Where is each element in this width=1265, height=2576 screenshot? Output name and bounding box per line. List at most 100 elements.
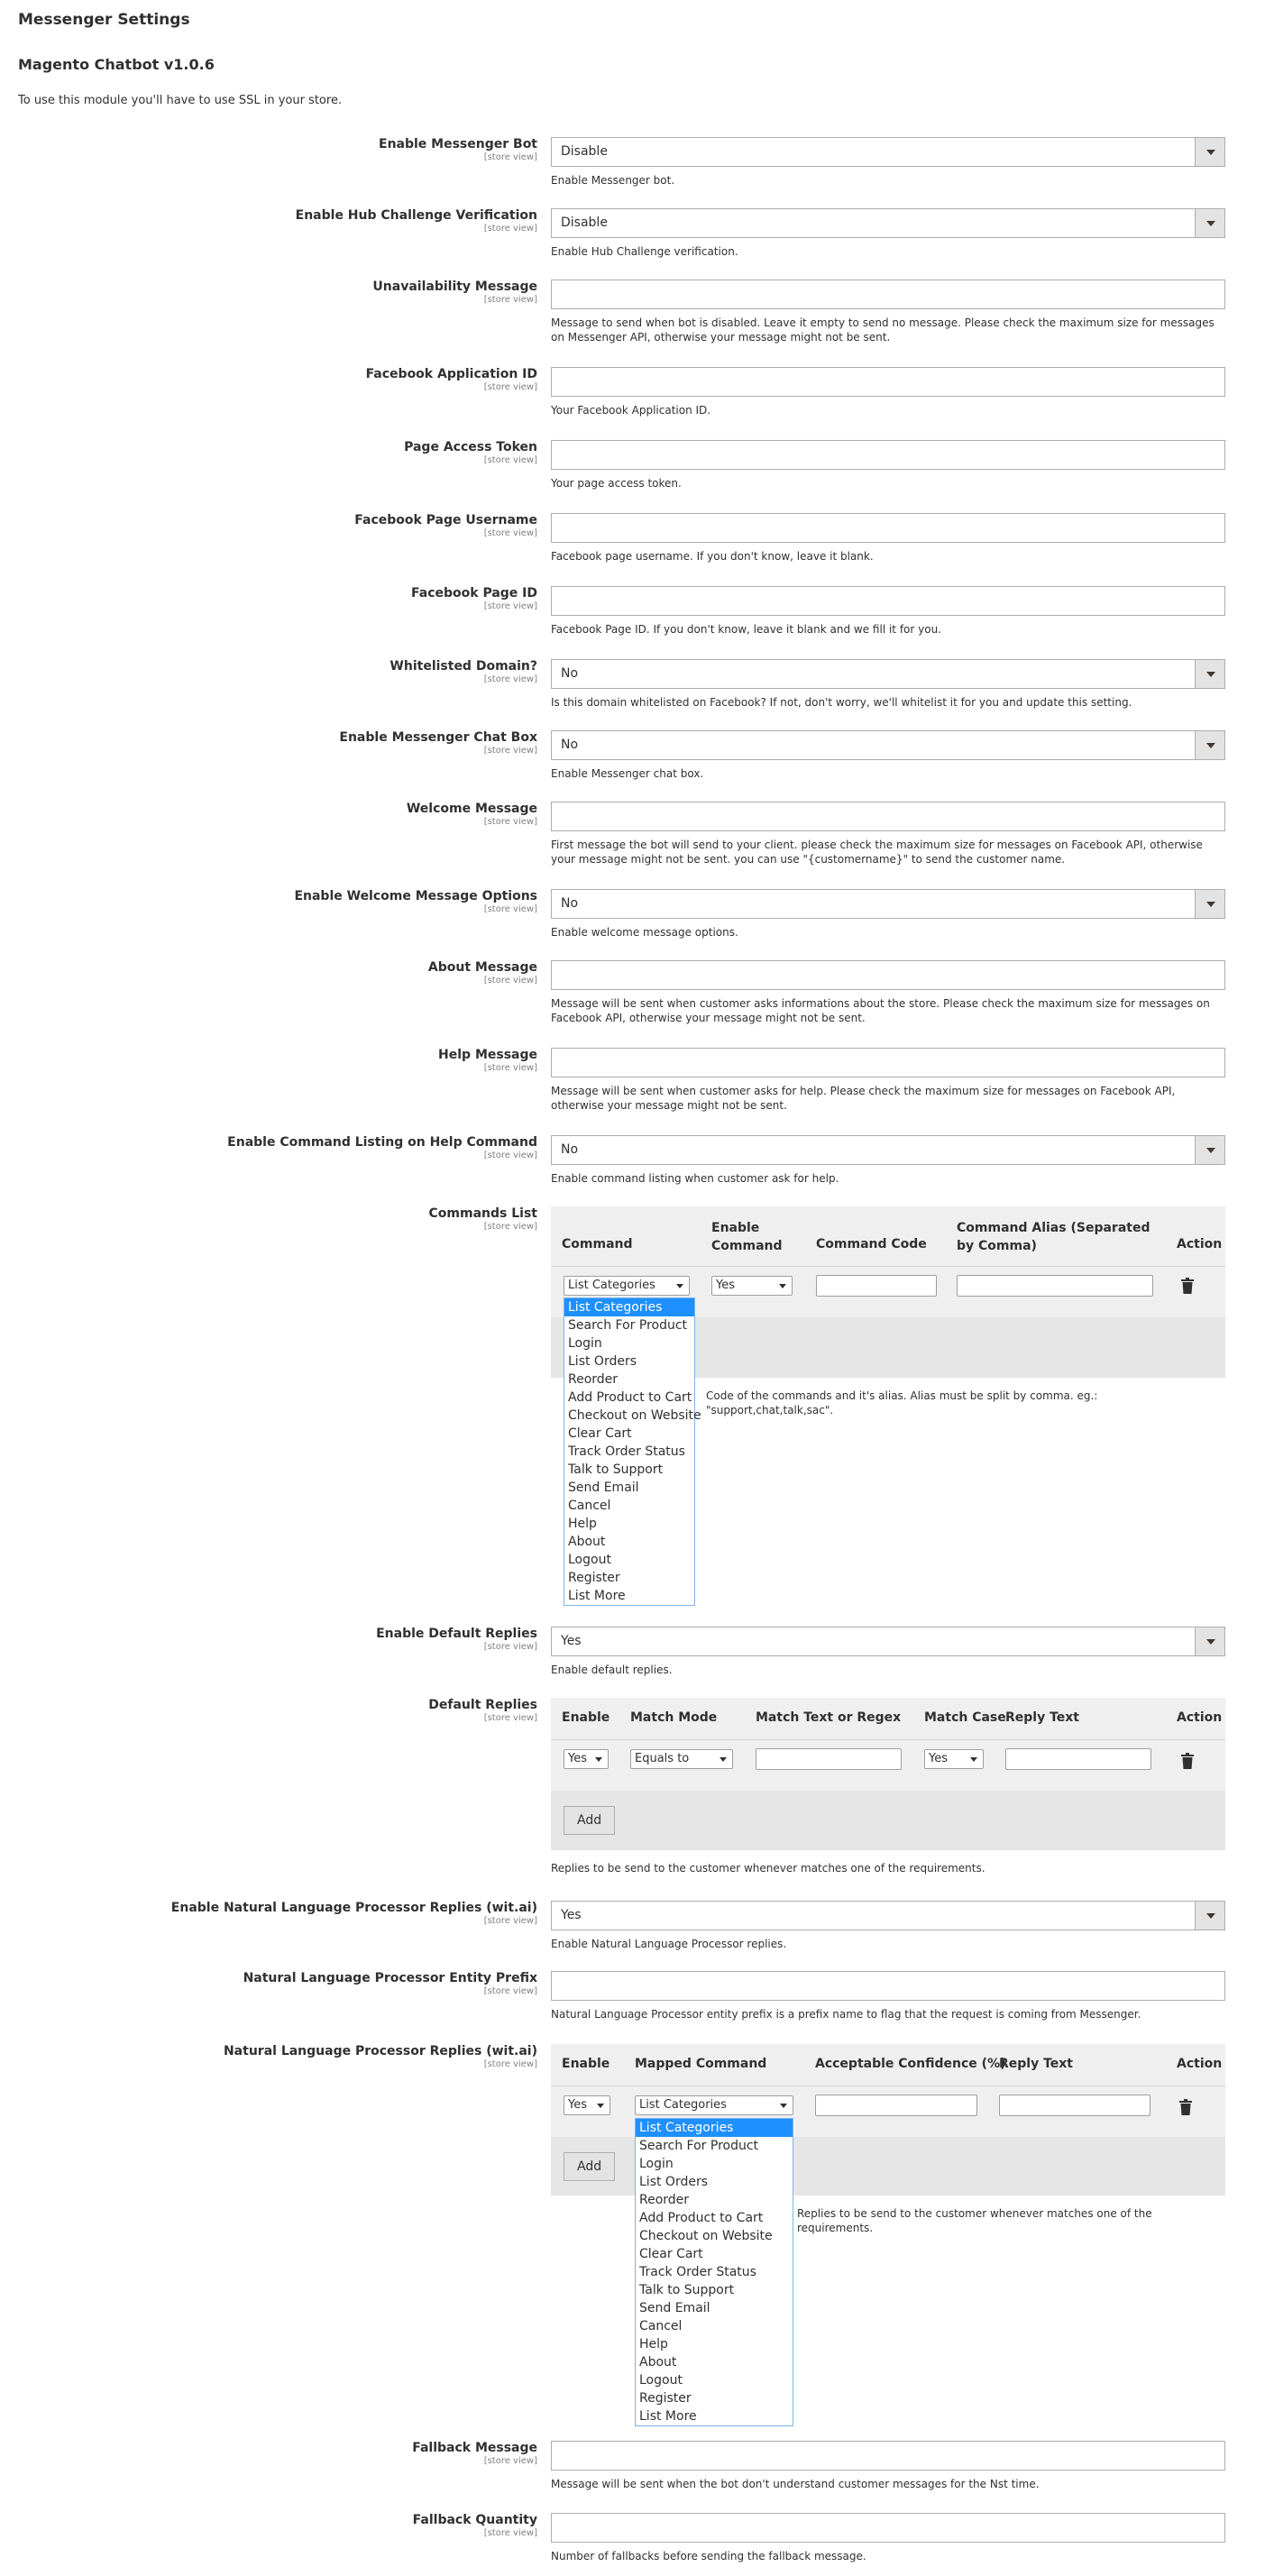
dropdown-option[interactable]: List Orders xyxy=(564,1352,694,1371)
dropdown-option[interactable]: List Orders xyxy=(636,2173,793,2191)
select-value: Disable xyxy=(561,144,608,159)
cmd-listing-select[interactable]: No xyxy=(551,1135,1225,1165)
nlp-reply-text-input[interactable] xyxy=(999,2095,1150,2116)
nlp-enable-row-select[interactable]: Yes xyxy=(564,2095,610,2115)
dropdown-option[interactable]: Cancel xyxy=(564,1497,694,1515)
enable-command-select[interactable]: Yes xyxy=(711,1276,793,1296)
enable-bot-select[interactable]: Disable xyxy=(551,137,1225,167)
dropdown-option[interactable]: Add Product to Cart xyxy=(564,1389,694,1407)
dropdown-option[interactable]: Track Order Status xyxy=(636,2263,793,2281)
dropdown-option[interactable]: Talk to Support xyxy=(564,1461,694,1479)
dropdown-option[interactable]: List More xyxy=(636,2407,793,2425)
chevron-down-icon[interactable] xyxy=(1195,1136,1224,1164)
chevron-down-icon[interactable] xyxy=(1195,660,1224,688)
nlp-enable-select[interactable]: Yes xyxy=(551,1901,1225,1930)
confidence-input[interactable] xyxy=(815,2095,977,2116)
fallback-qty-input[interactable] xyxy=(551,2513,1225,2543)
match-case-select[interactable]: Yes xyxy=(924,1749,984,1769)
dropdown-option[interactable]: Help xyxy=(636,2335,793,2353)
dropdown-option[interactable]: Logout xyxy=(564,1551,694,1569)
dropdown-option[interactable]: Track Order Status xyxy=(564,1443,694,1461)
dropdown-option[interactable]: Clear Cart xyxy=(564,1425,694,1443)
dropdown-option[interactable]: Login xyxy=(636,2155,793,2173)
dropdown-option[interactable]: About xyxy=(564,1533,694,1551)
field-note: Enable command listing when customer ask… xyxy=(551,1172,839,1185)
dropdown-option[interactable]: List Categories xyxy=(564,1298,694,1316)
welcome-options-select[interactable]: No xyxy=(551,889,1225,919)
scope-label: [store view] xyxy=(483,2059,537,2069)
help-input[interactable] xyxy=(551,1048,1225,1077)
add-reply-button[interactable]: Add xyxy=(564,1806,616,1835)
reply-text-input[interactable] xyxy=(1005,1748,1151,1770)
add-nlp-reply-button[interactable]: Add xyxy=(564,2152,616,2181)
dropdown-option[interactable]: Register xyxy=(564,1569,694,1587)
mapped-command-select[interactable]: List Categories xyxy=(635,2095,793,2115)
col-header: Action xyxy=(1177,1710,1223,1725)
unavailability-input[interactable] xyxy=(551,280,1225,309)
fb-app-id-input[interactable] xyxy=(551,367,1225,397)
chevron-down-icon[interactable] xyxy=(1195,1902,1224,1930)
whitelisted-select[interactable]: No xyxy=(551,659,1225,689)
field-label: Enable Welcome Message Options xyxy=(294,889,537,903)
command-dropdown-list[interactable]: List Categories Search For Product Login Li… xyxy=(564,1297,701,1606)
page-title: Messenger Settings xyxy=(18,11,190,29)
command-code-input[interactable] xyxy=(816,1275,937,1297)
dropdown-option[interactable]: About xyxy=(636,2353,793,2371)
field-note: Code of the commands and it's alias. Ali… xyxy=(706,1389,1098,1416)
dropdown-option[interactable]: Reorder xyxy=(564,1371,694,1389)
enable-hub-select[interactable]: Disable xyxy=(551,208,1225,238)
field-note: Facebook page username. If you don't kno… xyxy=(551,550,874,563)
field-label: Enable Messenger Bot xyxy=(379,137,537,151)
dropdown-option[interactable]: Clear Cart xyxy=(636,2245,793,2263)
trash-icon[interactable] xyxy=(1181,1753,1194,1769)
chevron-down-icon[interactable] xyxy=(1195,731,1224,759)
trash-icon[interactable] xyxy=(1179,2099,1192,2115)
fb-page-id-input[interactable] xyxy=(551,586,1225,616)
dropdown-option[interactable]: Help xyxy=(564,1515,694,1533)
match-mode-select[interactable]: Equals to xyxy=(630,1749,733,1769)
dropdown-option[interactable]: Logout xyxy=(636,2371,793,2389)
dropdown-option[interactable]: List More xyxy=(564,1587,694,1605)
field-note: Message will be sent when customer asks … xyxy=(551,1085,1176,1112)
command-select[interactable]: List Categories xyxy=(564,1276,690,1296)
dropdown-option[interactable]: Checkout on Website xyxy=(636,2227,793,2245)
trash-icon[interactable] xyxy=(1181,1278,1194,1294)
dropdown-option[interactable]: Search For Product xyxy=(564,1316,694,1334)
col-header: Match Text or Regex xyxy=(756,1710,902,1725)
about-input[interactable] xyxy=(551,960,1225,990)
field-label: Page Access Token xyxy=(404,440,537,454)
scope-label: [store view] xyxy=(483,817,537,827)
chevron-down-icon[interactable] xyxy=(1195,1627,1224,1655)
command-alias-input[interactable] xyxy=(957,1275,1153,1297)
dropdown-option[interactable]: Checkout on Website xyxy=(564,1407,701,1425)
dropdown-option[interactable]: Add Product to Cart xyxy=(636,2209,793,2227)
reply-enable-select[interactable]: Yes xyxy=(564,1749,609,1769)
dropdown-option[interactable]: Cancel xyxy=(636,2317,793,2335)
dropdown-option[interactable]: Send Email xyxy=(564,1479,694,1497)
default-replies-enable-select[interactable]: Yes xyxy=(551,1627,1225,1656)
mapped-command-dropdown-list[interactable]: List Categories Search For Product Login Li… xyxy=(635,2118,793,2426)
scope-label: [store view] xyxy=(483,2528,537,2538)
chevron-down-icon[interactable] xyxy=(1195,138,1224,166)
col-header: Match Case xyxy=(924,1710,1006,1725)
dropdown-option[interactable]: List Categories xyxy=(636,2119,793,2137)
dropdown-option[interactable]: Reorder xyxy=(636,2191,793,2209)
field-note: Your Facebook Application ID. xyxy=(551,404,711,417)
field-note: Message will be sent when the bot don't … xyxy=(551,2478,1040,2490)
match-text-input[interactable] xyxy=(756,1748,902,1770)
dropdown-option[interactable]: Register xyxy=(636,2389,793,2407)
chevron-down-icon[interactable] xyxy=(1195,209,1224,237)
dropdown-option[interactable]: Talk to Support xyxy=(636,2281,793,2299)
welcome-input[interactable] xyxy=(551,802,1225,831)
chevron-down-icon[interactable] xyxy=(1195,890,1224,918)
field-note: Enable welcome message options. xyxy=(551,926,738,939)
dropdown-option[interactable]: Send Email xyxy=(636,2299,793,2317)
dropdown-option[interactable]: Login xyxy=(564,1334,694,1352)
dropdown-option[interactable]: Search For Product xyxy=(636,2137,793,2155)
field-label: Facebook Page Username xyxy=(354,513,537,527)
fb-page-username-input[interactable] xyxy=(551,513,1225,543)
nlp-prefix-input[interactable] xyxy=(551,1971,1225,2001)
fallback-msg-input[interactable] xyxy=(551,2441,1225,2471)
chat-box-select[interactable]: No xyxy=(551,730,1225,760)
page-token-input[interactable] xyxy=(551,440,1225,470)
